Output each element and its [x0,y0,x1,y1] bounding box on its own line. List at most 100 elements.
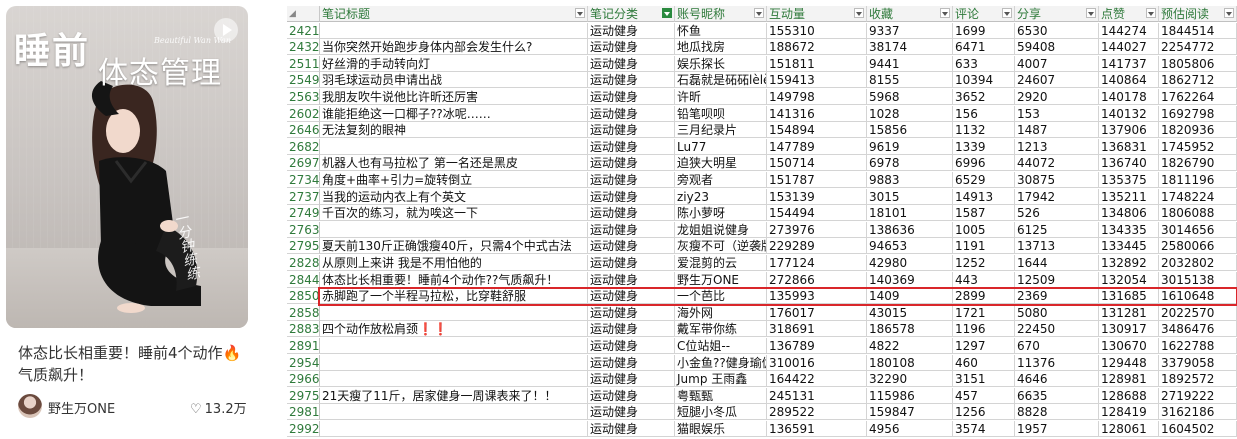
cell-read[interactable]: 2254772 [1159,39,1237,56]
cell-read[interactable]: 1745952 [1159,138,1237,155]
cell-fav[interactable]: 1409 [867,288,953,305]
cell-share[interactable]: 59408 [1015,39,1099,56]
cell-like[interactable]: 134335 [1099,221,1159,238]
cell-nick[interactable]: 爱混剪的云 [675,255,767,271]
cell-nick[interactable]: 海外网 [675,304,767,321]
cell-read[interactable]: 1748224 [1159,188,1237,205]
cell-cat[interactable]: 运动健身 [588,271,675,288]
author-name[interactable]: 野生万ONE [48,398,115,417]
cell-read[interactable]: 1811196 [1159,172,1237,188]
cell-inter[interactable]: 245131 [767,387,867,404]
cell-read[interactable]: 1762264 [1159,89,1237,105]
cell-cmt[interactable]: 1191 [953,238,1015,255]
cell-fav[interactable]: 140369 [867,271,953,288]
cell-cmt[interactable]: 1005 [953,221,1015,238]
cell-like[interactable]: 136740 [1099,155,1159,172]
cell-fav[interactable]: 9883 [867,172,953,188]
cell-like[interactable]: 144027 [1099,39,1159,56]
cell-fav[interactable]: 42980 [867,255,953,271]
column-header-8[interactable]: 点赞 [1099,6,1159,22]
row-number[interactable]: 2966 [287,371,320,388]
like-count[interactable]: ♡ 13.2万 [190,398,247,417]
cell-nick[interactable]: 小金鱼??健身瑜伽 [675,354,767,371]
cell-share[interactable]: 1644 [1015,255,1099,271]
column-header-3[interactable]: 账号昵称 [675,6,767,22]
cell-fav[interactable]: 3015 [867,188,953,205]
cell-cat[interactable]: 运动健身 [588,304,675,321]
cell-like[interactable]: 133445 [1099,238,1159,255]
cell-like[interactable]: 130917 [1099,321,1159,338]
cell-read[interactable]: 1844514 [1159,22,1237,39]
cell-cat[interactable]: 运动健身 [588,72,675,89]
cell-share[interactable]: 2920 [1015,89,1099,105]
cell-fav[interactable]: 1028 [867,105,953,122]
cell-cat[interactable]: 运动健身 [588,387,675,404]
cell-fav[interactable]: 38174 [867,39,953,56]
cell-like[interactable]: 128981 [1099,371,1159,388]
cell-share[interactable]: 4646 [1015,371,1099,388]
cell-title[interactable] [320,22,588,39]
note-card[interactable]: 睡前 体态管理 Beautiful Wan Wan 一分钟练练 体态比长相重要！… [6,6,250,420]
cell-like[interactable]: 144274 [1099,22,1159,39]
row-number[interactable]: 2954 [287,354,320,371]
cell-fav[interactable]: 115986 [867,387,953,404]
cell-read[interactable]: 2719222 [1159,387,1237,404]
cell-inter[interactable]: 159413 [767,72,867,89]
cell-inter[interactable]: 310016 [767,354,867,371]
cell-nick[interactable]: 迫狭大明星 [675,155,767,172]
cell-cmt[interactable]: 2899 [953,288,1015,305]
cell-nick[interactable]: 龙姐姐说健身 [675,221,767,238]
row-number[interactable]: 2828 [287,255,320,271]
cell-cmt[interactable]: 1587 [953,205,1015,222]
note-title[interactable]: 体态比长相重要！睡前4个动作🔥气质飙升！ [18,342,248,386]
cell-fav[interactable]: 138636 [867,221,953,238]
cell-inter[interactable]: 188672 [767,39,867,56]
cell-cmt[interactable]: 1339 [953,138,1015,155]
cell-share[interactable]: 30875 [1015,172,1099,188]
row-number[interactable]: 2975 [287,387,320,404]
column-header-4[interactable]: 互动量 [767,6,867,22]
cell-like[interactable]: 140178 [1099,89,1159,105]
column-header-2[interactable]: 笔记分类 [588,6,675,22]
cell-fav[interactable]: 186578 [867,321,953,338]
cell-like[interactable]: 137906 [1099,122,1159,139]
cell-inter[interactable]: 272866 [767,271,867,288]
cell-cat[interactable]: 运动健身 [588,321,675,338]
row-number[interactable]: 2883 [287,321,320,338]
cell-like[interactable]: 129448 [1099,354,1159,371]
cell-cat[interactable]: 运动健身 [588,221,675,238]
cell-fav[interactable]: 15856 [867,122,953,139]
cell-read[interactable]: 3486476 [1159,321,1237,338]
cell-like[interactable]: 131281 [1099,304,1159,321]
cover-image[interactable]: 睡前 体态管理 Beautiful Wan Wan 一分钟练练 [6,6,248,328]
cell-cat[interactable]: 运动健身 [588,89,675,105]
filter-active-icon[interactable] [662,8,672,18]
cell-like[interactable]: 128688 [1099,387,1159,404]
row-number[interactable]: 2795 [287,238,320,255]
cell-share[interactable]: 153 [1015,105,1099,122]
cell-title[interactable]: 当你突然开始跑步身体内部会发生什么? [320,39,588,56]
cell-inter[interactable]: 154494 [767,205,867,222]
cell-read[interactable]: 3379058 [1159,354,1237,371]
row-number[interactable]: 2763 [287,221,320,238]
cell-fav[interactable]: 94653 [867,238,953,255]
cell-nick[interactable]: C位站姐-- [675,338,767,354]
cell-share[interactable]: 24607 [1015,72,1099,89]
cell-nick[interactable]: 猫眼娱乐 [675,421,767,437]
column-header-1[interactable]: 笔记标题 [320,6,588,22]
cell-like[interactable]: 140864 [1099,72,1159,89]
cell-read[interactable]: 1892572 [1159,371,1237,388]
cell-title[interactable] [320,221,588,238]
cell-share[interactable]: 12509 [1015,271,1099,288]
cell-title[interactable]: 夏天前130斤正确饿瘦40斤，只需4个中式古法 [320,238,588,255]
cell-cmt[interactable]: 1132 [953,122,1015,139]
cell-cat[interactable]: 运动健身 [588,288,675,305]
filter-dropdown-icon[interactable] [940,8,950,18]
cell-share[interactable]: 5080 [1015,304,1099,321]
cell-cmt[interactable]: 1196 [953,321,1015,338]
filter-dropdown-icon[interactable] [1002,8,1012,18]
row-number[interactable]: 2737 [287,188,320,205]
row-number[interactable]: 2749 [287,205,320,222]
row-number[interactable]: 2858 [287,304,320,321]
cell-read[interactable]: 1820936 [1159,122,1237,139]
